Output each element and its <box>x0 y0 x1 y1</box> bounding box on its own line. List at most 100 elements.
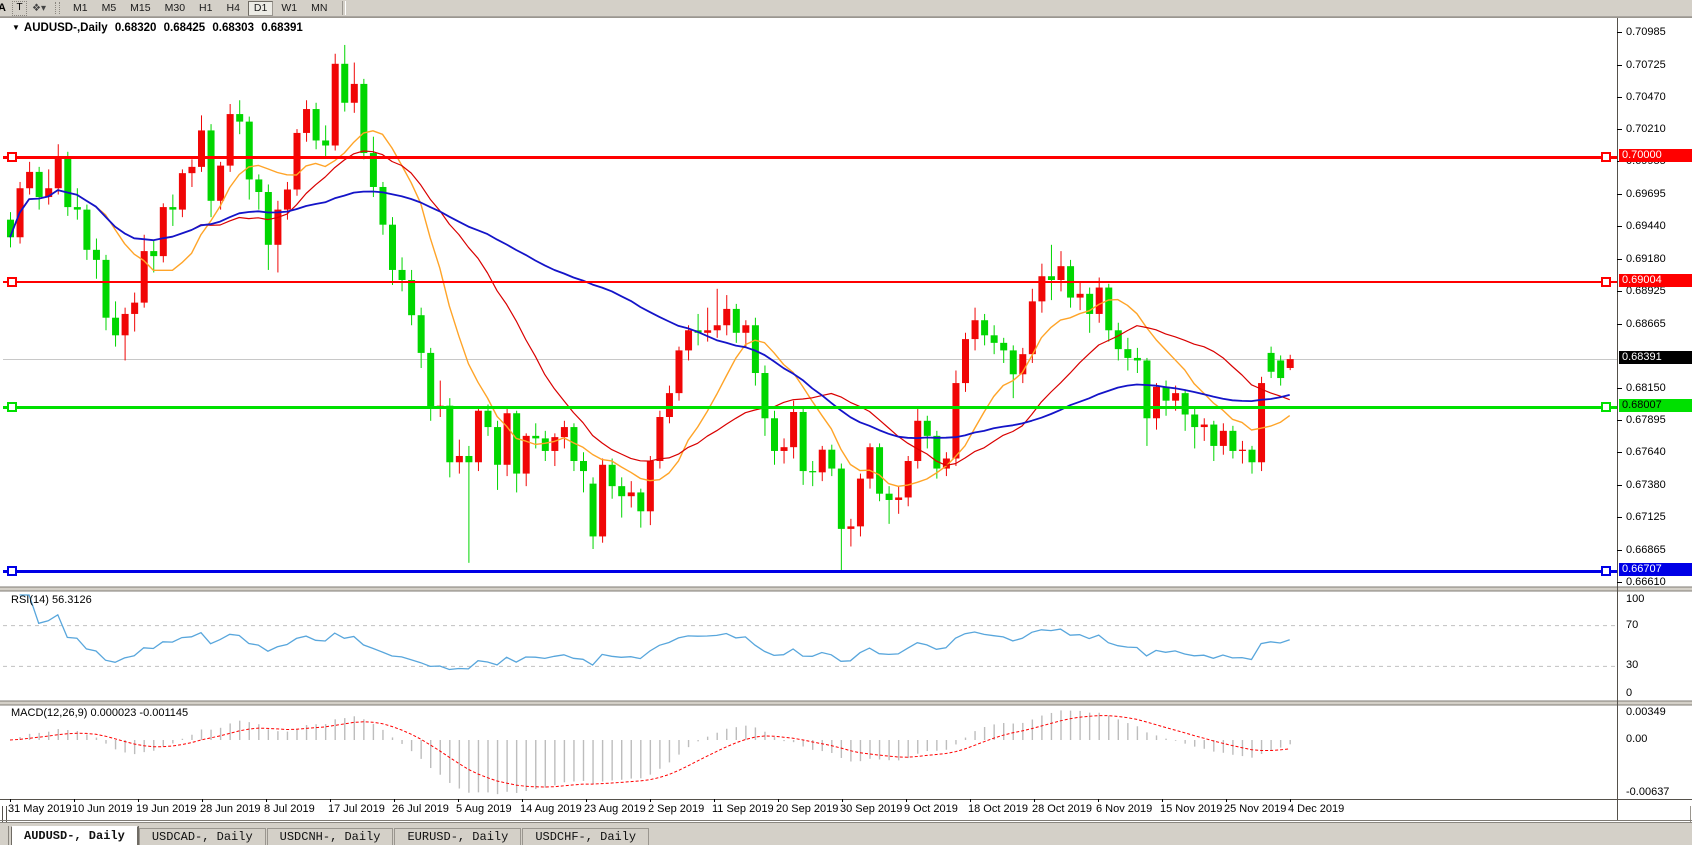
candle-body[interactable] <box>1010 350 1017 374</box>
hline-0.69004[interactable] <box>3 281 1617 283</box>
candle-body[interactable] <box>1163 387 1170 401</box>
hline-handle[interactable] <box>8 153 16 161</box>
candle-body[interactable] <box>74 207 81 210</box>
candle-body[interactable] <box>1268 353 1275 372</box>
candle-body[interactable] <box>895 497 902 500</box>
hline-handle[interactable] <box>8 567 16 575</box>
candle-body[interactable] <box>418 315 425 353</box>
candle-body[interactable] <box>991 335 998 343</box>
hline-handle[interactable] <box>1602 567 1610 575</box>
candle-body[interactable] <box>179 173 186 209</box>
candle-body[interactable] <box>1258 383 1265 462</box>
chart-tab-eurusd[interactable]: EURUSD-, Daily <box>394 828 521 845</box>
candle-body[interactable] <box>1249 450 1256 463</box>
chart-tab-usdchf[interactable]: USDCHF-, Daily <box>522 828 649 845</box>
text-tool-button[interactable]: T <box>12 1 27 16</box>
candle-body[interactable] <box>1172 393 1179 401</box>
candle-body[interactable] <box>208 130 215 200</box>
candle-body[interactable] <box>198 130 205 166</box>
candle-body[interactable] <box>1134 358 1141 361</box>
candle-body[interactable] <box>485 411 492 427</box>
candle-body[interactable] <box>465 456 472 462</box>
candle-body[interactable] <box>819 450 826 473</box>
pane-separator[interactable] <box>0 705 1692 706</box>
candle-body[interactable] <box>1210 425 1217 446</box>
candle-body[interactable] <box>1153 387 1160 418</box>
timeframe-button-mn[interactable]: MN <box>305 1 333 16</box>
candle-body[interactable] <box>1191 414 1198 427</box>
candle-body[interactable] <box>838 469 845 529</box>
candle-body[interactable] <box>733 309 740 333</box>
candle-body[interactable] <box>93 250 100 260</box>
candle-body[interactable] <box>160 207 167 256</box>
candle-body[interactable] <box>332 64 339 146</box>
candle-body[interactable] <box>246 122 253 180</box>
candle-body[interactable] <box>341 64 348 103</box>
candle-body[interactable] <box>122 314 129 335</box>
candle-body[interactable] <box>1038 276 1045 301</box>
candle-body[interactable] <box>1124 349 1131 358</box>
candle-body[interactable] <box>1096 288 1103 314</box>
candle-body[interactable] <box>590 484 597 537</box>
chart-tab-audusd[interactable]: AUDUSD-, Daily <box>11 826 138 845</box>
candle-body[interactable] <box>857 479 864 527</box>
font-tool-button[interactable]: A <box>0 2 10 14</box>
candle-body[interactable] <box>790 412 797 447</box>
pane-separator[interactable] <box>0 591 1692 592</box>
candle-body[interactable] <box>217 166 224 201</box>
candle-body[interactable] <box>886 494 893 500</box>
candle-body[interactable] <box>924 421 931 436</box>
candle-body[interactable] <box>962 339 969 383</box>
candle-body[interactable] <box>800 412 807 471</box>
candle-body[interactable] <box>169 207 176 210</box>
candle-body[interactable] <box>131 303 138 314</box>
hline-handle[interactable] <box>8 403 16 411</box>
candle-body[interactable] <box>103 260 110 318</box>
candle-body[interactable] <box>952 383 959 458</box>
candle-body[interactable] <box>112 318 119 336</box>
candle-body[interactable] <box>313 109 320 140</box>
hline-0.66707[interactable] <box>3 570 1617 573</box>
candle-body[interactable] <box>666 393 673 417</box>
candle-body[interactable] <box>1182 393 1189 414</box>
candle-body[interactable] <box>360 84 367 153</box>
candle-body[interactable] <box>1077 294 1084 298</box>
candle-body[interactable] <box>876 447 883 494</box>
candle-body[interactable] <box>867 447 874 478</box>
candle-body[interactable] <box>676 350 683 393</box>
hline-handle[interactable] <box>1602 278 1610 286</box>
candle-body[interactable] <box>580 461 587 471</box>
candle-body[interactable] <box>1287 359 1294 368</box>
candle-body[interactable] <box>255 179 262 192</box>
candle-body[interactable] <box>64 158 71 207</box>
candle-body[interactable] <box>1201 425 1208 428</box>
candle-body[interactable] <box>1229 431 1236 451</box>
candle-body[interactable] <box>150 251 157 256</box>
candle-body[interactable] <box>322 140 329 145</box>
candle-body[interactable] <box>781 447 788 451</box>
hline-handle[interactable] <box>1602 403 1610 411</box>
candle-body[interactable] <box>36 172 43 197</box>
candle-body[interactable] <box>274 210 281 245</box>
candle-body[interactable] <box>637 492 644 511</box>
hline-0.70000[interactable] <box>3 156 1617 159</box>
candle-body[interactable] <box>972 320 979 339</box>
candle-body[interactable] <box>761 373 768 418</box>
timeframe-button-d1[interactable]: D1 <box>248 1 273 16</box>
candle-body[interactable] <box>532 436 539 439</box>
candle-body[interactable] <box>742 325 749 333</box>
collapse-triangle-icon[interactable]: ▼ <box>12 23 20 32</box>
candle-body[interactable] <box>1143 360 1150 418</box>
candle-body[interactable] <box>561 427 568 437</box>
timeframe-button-m15[interactable]: M15 <box>124 1 156 16</box>
candle-body[interactable] <box>685 330 692 350</box>
candle-body[interactable] <box>914 421 921 461</box>
hline-handle[interactable] <box>8 278 16 286</box>
candle-body[interactable] <box>1000 343 1007 351</box>
candle-body[interactable] <box>494 427 501 465</box>
timeframe-button-m30[interactable]: M30 <box>159 1 191 16</box>
candle-body[interactable] <box>1220 431 1227 446</box>
candle-body[interactable] <box>599 465 606 537</box>
pane-separator[interactable] <box>0 588 1692 591</box>
candle-body[interactable] <box>618 486 625 496</box>
